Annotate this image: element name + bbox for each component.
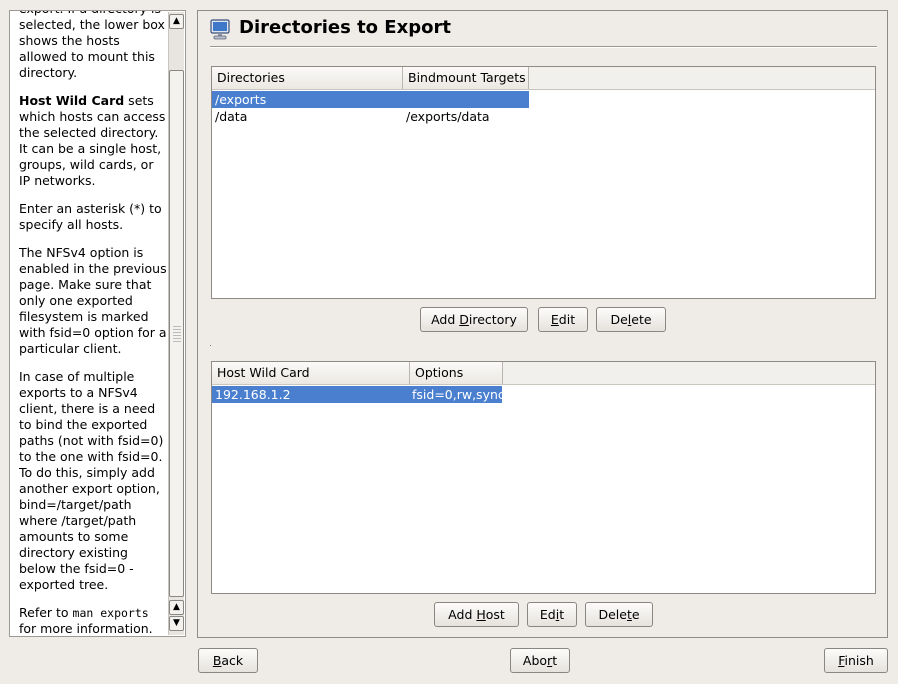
button-mnemonic: E <box>550 312 559 327</box>
table-header: Host Wild Card Options <box>212 362 875 385</box>
button-label: t <box>559 607 565 622</box>
cell-host: 192.168.1.2 <box>212 386 409 403</box>
cell-directory: /exports <box>212 91 403 108</box>
help-paragraph: Host Wild Card sets which hosts can acce… <box>19 93 167 189</box>
cell-bindmount-target: /exports/data <box>406 109 490 124</box>
help-text-span: for more information. <box>19 621 153 636</box>
delete-host-button[interactable]: Delete <box>585 602 653 627</box>
abort-button[interactable]: Abort <box>510 648 570 673</box>
main-panel: Directories to Export Directories Bindmo… <box>197 10 888 638</box>
button-label: Dele <box>598 607 627 622</box>
column-header-options[interactable]: Options <box>410 362 503 384</box>
finish-button[interactable]: Finish <box>824 648 888 673</box>
button-label: Ed <box>539 607 556 622</box>
button-label: Abo <box>522 653 548 668</box>
hosts-table[interactable]: Host Wild Card Options 192.168.1.2 fsid=… <box>211 361 876 594</box>
monitor-icon <box>210 19 230 40</box>
button-label: ete <box>631 312 652 327</box>
separator-dot <box>210 345 211 346</box>
help-paragraph: In case of multiple exports to a NFSv4 c… <box>19 369 164 592</box>
button-label: t <box>552 653 558 668</box>
button-label: De <box>610 312 628 327</box>
help-paragraph: export. If a directory is selected, the … <box>19 11 165 80</box>
add-directory-button[interactable]: Add Directory <box>420 307 528 332</box>
scrollbar-thumb[interactable] <box>169 70 184 597</box>
title-divider <box>210 46 877 48</box>
help-paragraph: Enter an asterisk (*) to specify all hos… <box>19 201 162 232</box>
column-header-directories[interactable]: Directories <box>212 67 403 89</box>
column-header-host-wild-card[interactable]: Host Wild Card <box>212 362 410 384</box>
help-text: export. If a directory is selected, the … <box>19 11 167 636</box>
button-label: irectory <box>468 312 517 327</box>
help-paragraph: Refer to man exports for more informatio… <box>19 605 167 636</box>
help-text-span: Refer to <box>19 605 73 620</box>
cell-bindmount-target <box>403 91 529 108</box>
scroll-up-icon[interactable]: ▲ <box>169 14 184 29</box>
help-scrollbar[interactable]: ▲ ▲ ▼ <box>168 12 184 635</box>
button-label: e <box>631 607 640 622</box>
button-label: Add <box>431 312 460 327</box>
scroll-down-icon[interactable]: ▼ <box>169 616 184 631</box>
button-label: ack <box>221 653 244 668</box>
cell-directory: /data <box>215 109 248 124</box>
button-mnemonic: D <box>459 312 469 327</box>
help-paragraph: The NFSv4 option is enabled in the previ… <box>19 245 167 356</box>
help-term: Host Wild Card <box>19 93 125 108</box>
button-label: dit <box>558 312 576 327</box>
button-label: inish <box>844 653 874 668</box>
column-header-bindmount-targets[interactable]: Bindmount Targets <box>403 67 529 89</box>
edit-directory-button[interactable]: Edit <box>538 307 588 332</box>
help-pane[interactable]: export. If a directory is selected, the … <box>9 10 186 637</box>
directories-table[interactable]: Directories Bindmount Targets /exports /… <box>211 66 876 299</box>
button-label: Add <box>448 607 477 622</box>
cell-options: fsid=0,rw,sync <box>409 386 505 403</box>
button-mnemonic: H <box>476 607 486 622</box>
button-label: ost <box>485 607 505 622</box>
edit-host-button[interactable]: Edit <box>527 602 577 627</box>
add-host-button[interactable]: Add Host <box>434 602 519 627</box>
page-title: Directories to Export <box>239 17 451 38</box>
table-header: Directories Bindmount Targets <box>212 67 875 90</box>
grip-icon <box>173 326 181 344</box>
scroll-up-icon[interactable]: ▲ <box>169 600 184 615</box>
help-code: man exports <box>72 606 149 620</box>
back-button[interactable]: Back <box>198 648 258 673</box>
delete-directory-button[interactable]: Delete <box>596 307 666 332</box>
